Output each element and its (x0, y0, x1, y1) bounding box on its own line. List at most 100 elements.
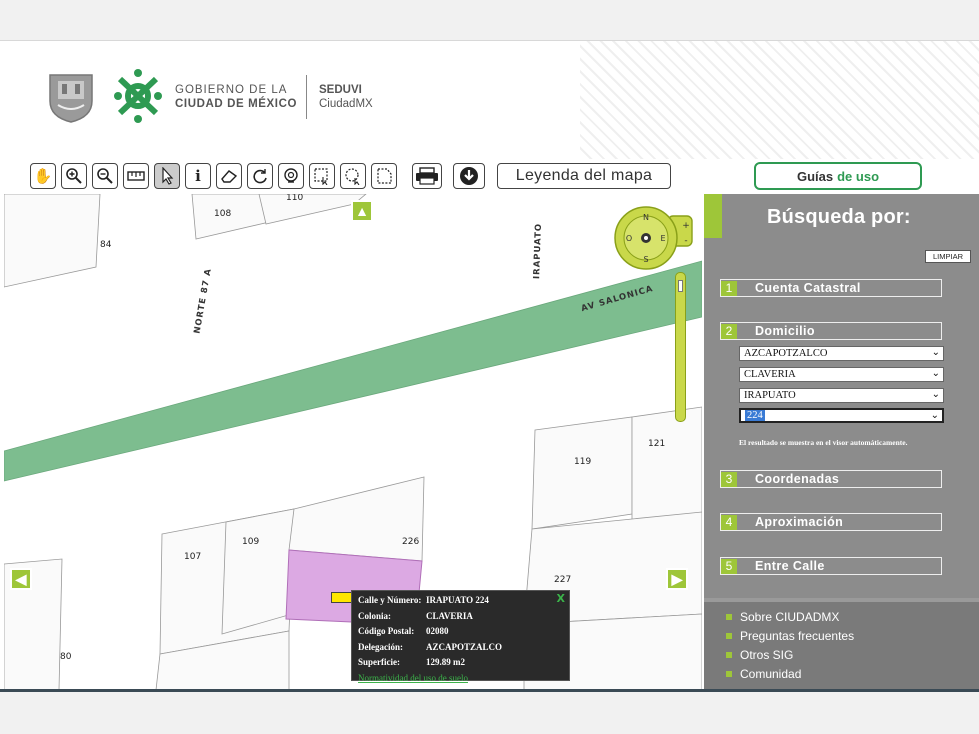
parcel-226 (288, 476, 425, 562)
print-icon[interactable] (412, 163, 442, 189)
lot-label: 110 (286, 194, 304, 203)
section-domicilio[interactable]: 2 Domicilio (720, 322, 942, 340)
sidebar-footer: Sobre CIUDADMX Preguntas frecuentes Otro… (704, 598, 979, 689)
section-aproximacion[interactable]: 4 Aproximación (720, 513, 942, 531)
bullet-icon (726, 614, 732, 620)
legend-button[interactable]: Leyenda del mapa (497, 163, 671, 189)
section-cuenta-catastral[interactable]: 1 Cuenta Catastral (720, 279, 942, 297)
gov-line2: CIUDAD DE MÉXICO (175, 98, 298, 110)
seduvi-label: SEDUVI (319, 84, 362, 96)
chevron-down-icon: ⌄ (930, 410, 939, 421)
select-value: IRAPUATO (744, 390, 796, 401)
compass-e: E (660, 234, 665, 243)
zoom-out-icon[interactable] (92, 163, 118, 189)
select-value: 224 (745, 410, 765, 421)
viewer-frame: GOBIERNO DE LA CIUDAD DE MÉXICO SEDUVI C… (0, 40, 979, 692)
chevron-down-icon: ⌄ (931, 347, 940, 358)
refresh-icon[interactable] (247, 163, 273, 189)
normatividad-link[interactable]: Normatividad del uso de suelo (358, 673, 468, 689)
popup-key: Delegación: (358, 641, 403, 652)
popup-value: CLAVERIA (426, 610, 473, 621)
header-pattern (580, 41, 979, 159)
limpiar-button[interactable]: LIMPIAR (925, 250, 971, 263)
hand-pan-icon[interactable]: ✋ (30, 163, 56, 189)
street-label-irapuato: IRAPUATO (532, 222, 545, 280)
footer-link-preguntas[interactable]: Preguntas frecuentes (726, 629, 854, 643)
section-coordenadas[interactable]: 3 Coordenadas (720, 470, 942, 488)
footer-link-sobre[interactable]: Sobre CIUDADMX (726, 610, 839, 624)
cdmx-gov-logo (114, 69, 162, 123)
guias-label-accent: de uso (837, 168, 880, 184)
zoom-slider-thumb[interactable] (678, 280, 683, 292)
select-value: AZCAPOTZALCO (744, 348, 828, 359)
section-number: 2 (721, 323, 737, 339)
download-icon[interactable] (453, 163, 485, 189)
pan-right-arrow-icon[interactable]: ▶ (666, 568, 688, 590)
calle-select[interactable]: IRAPUATO ⌄ (739, 388, 944, 403)
parcel-109 (221, 508, 295, 635)
lot-label: 109 (242, 537, 260, 547)
lot-label: 227 (554, 575, 572, 585)
section-label: Entre Calle (755, 559, 825, 573)
footer-link-label: Preguntas frecuentes (740, 629, 855, 643)
footer-link-comunidad[interactable]: Comunidad (726, 667, 801, 681)
footer-link-label: Otros SIG (740, 648, 794, 662)
sidebar-title: Búsqueda por: (767, 206, 911, 228)
select-lasso-icon[interactable] (340, 163, 366, 189)
info-icon[interactable]: i (185, 163, 211, 189)
compass-s: S (643, 255, 648, 264)
pan-left-arrow-icon[interactable]: ◀ (10, 568, 32, 590)
cdmx-shield-logo (49, 74, 93, 123)
section-label: Domicilio (755, 324, 815, 338)
pan-up-arrow-icon[interactable]: ▲ (351, 200, 373, 222)
select-rectangle-icon[interactable] (309, 163, 335, 189)
compass-control[interactable]: N S E O + - (612, 204, 696, 270)
lot-label: 108 (214, 209, 232, 219)
lot-label: 121 (648, 439, 666, 449)
map-viewer[interactable]: 108 110 84 119 121 107 109 226 224 227 8… (4, 194, 702, 689)
search-sidebar: Búsqueda por: LIMPIAR 1 Cuenta Catastral… (704, 194, 979, 689)
chevron-down-icon: ⌄ (931, 368, 940, 379)
compass-o: O (626, 234, 632, 243)
section-number: 4 (721, 514, 737, 530)
section-number: 5 (721, 558, 737, 574)
compass-n: N (643, 213, 649, 222)
result-hint: El resultado se muestra en el visor auto… (739, 438, 908, 447)
section-label: Cuenta Catastral (755, 281, 861, 295)
lot-label: 226 (402, 537, 420, 547)
popup-close-icon[interactable]: X (557, 592, 565, 605)
zoom-minus: - (684, 236, 687, 246)
footer-link-label: Comunidad (740, 667, 802, 681)
zoom-in-icon[interactable] (61, 163, 87, 189)
guias-button[interactable]: Guías de uso (754, 162, 922, 190)
select-pointer-icon[interactable] (154, 163, 180, 189)
popup-key: Colonia: (358, 610, 392, 621)
header-divider (306, 75, 307, 119)
footer-link-otros-sig[interactable]: Otros SIG (726, 648, 793, 662)
section-number: 1 (721, 280, 737, 296)
gov-name: GOBIERNO DE LA CIUDAD DE MÉXICO (175, 83, 297, 111)
popup-value: AZCAPOTZALCO (426, 641, 503, 652)
parcel-119 (531, 416, 633, 530)
lot-label: 107 (184, 552, 202, 562)
popup-key: Superficie: (358, 657, 400, 667)
section-entre-calle[interactable]: 5 Entre Calle (720, 557, 942, 575)
colonia-select[interactable]: CLAVERIA ⌄ (739, 367, 944, 382)
eraser-icon[interactable] (216, 163, 242, 189)
gov-line1: GOBIERNO DE LA (175, 84, 288, 96)
zoom-slider[interactable] (675, 272, 686, 422)
bullet-icon (726, 633, 732, 639)
delegacion-select[interactable]: AZCAPOTZALCO ⌄ (739, 346, 944, 361)
popup-key: Calle y Número: (358, 595, 422, 605)
parcel-121 (631, 406, 702, 528)
measure-icon[interactable] (123, 163, 149, 189)
popup-value: IRAPUATO 224 (426, 595, 489, 605)
zoom-plus: + (682, 221, 690, 231)
sidebar-accent (704, 194, 722, 238)
header: GOBIERNO DE LA CIUDAD DE MÉXICO SEDUVI C… (0, 41, 979, 161)
select-polygon-icon[interactable] (371, 163, 397, 189)
footer-link-label: Sobre CIUDADMX (740, 610, 840, 624)
popup-marker (331, 592, 353, 603)
numero-select[interactable]: 224 ⌄ (739, 408, 944, 423)
location-pin-icon[interactable] (278, 163, 304, 189)
